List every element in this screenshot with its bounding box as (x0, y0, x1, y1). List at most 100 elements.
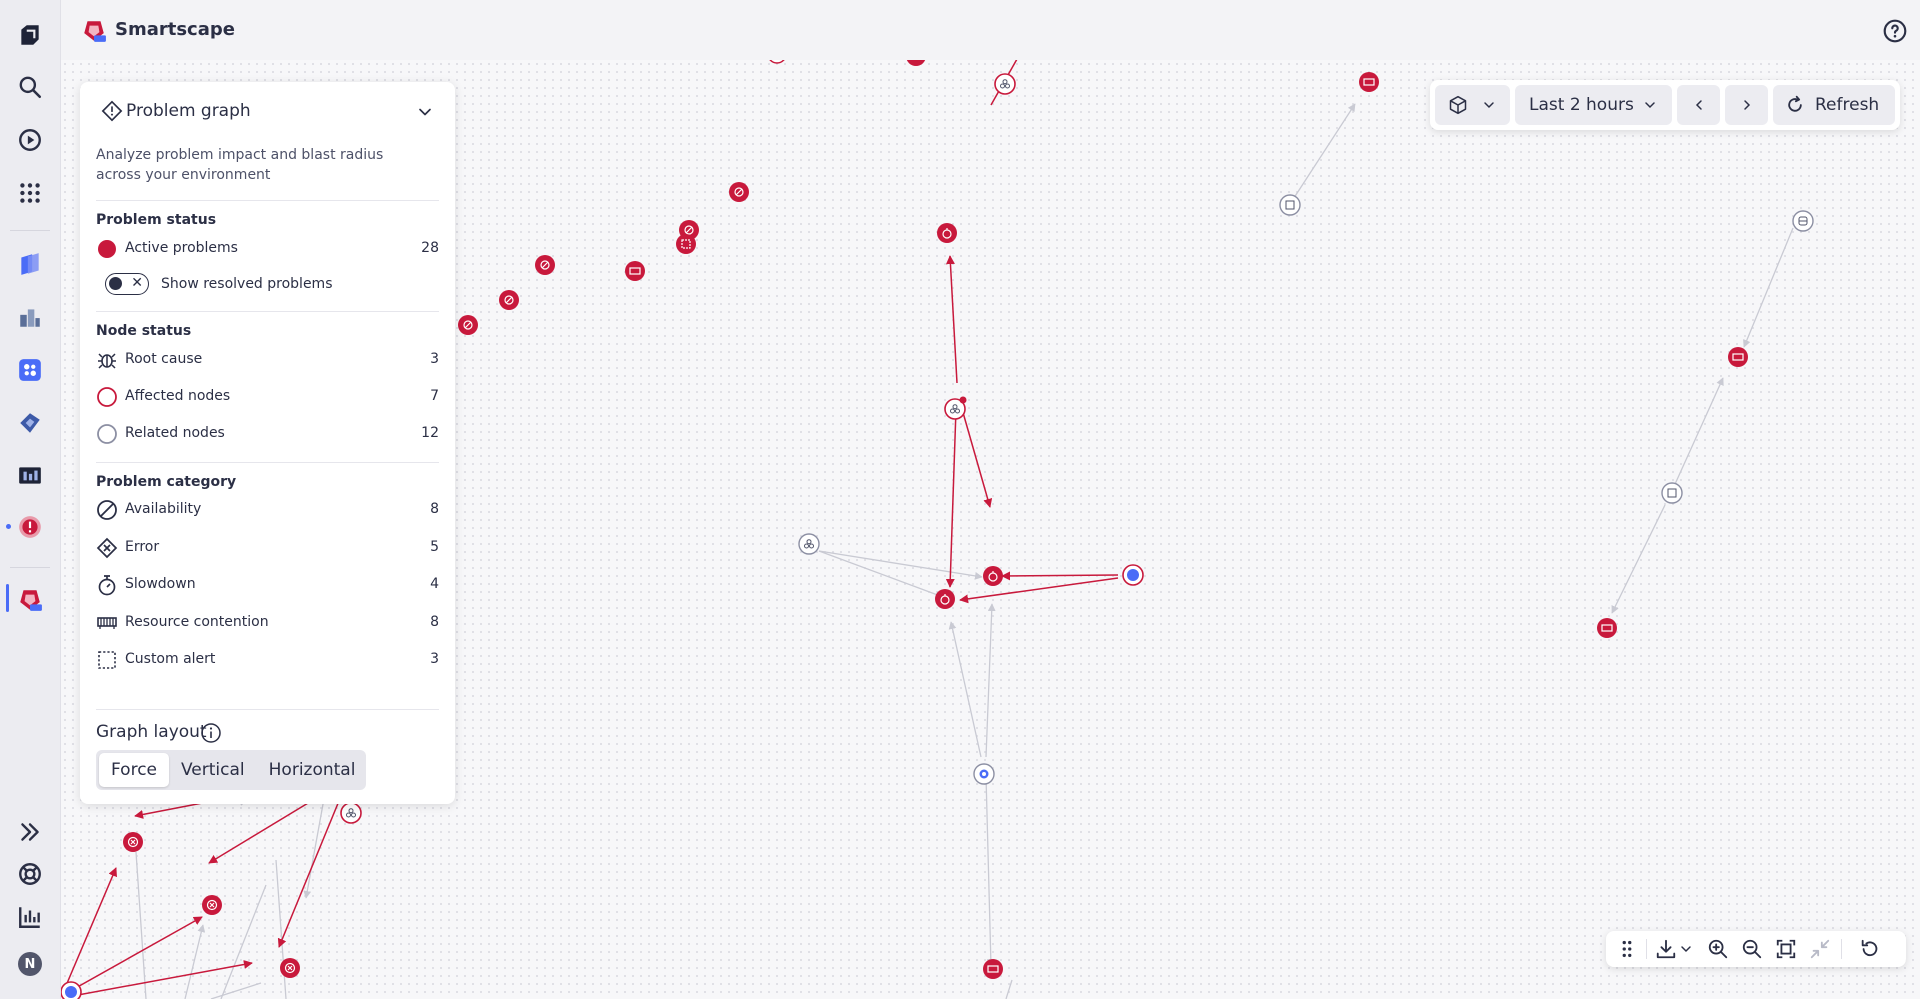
problem-status-heading: Problem status (96, 212, 217, 228)
show-resolved-toggle[interactable]: ✕ (105, 273, 149, 295)
problems-app-icon[interactable] (14, 511, 46, 543)
bug-icon (98, 353, 116, 369)
services-app-icon[interactable] (14, 407, 46, 439)
graph-layout-title: Graph layout (96, 722, 207, 742)
help-icon[interactable] (1882, 18, 1908, 44)
custom-alert-node[interactable] (676, 234, 696, 254)
availability-count: 8 (430, 501, 439, 517)
related-host-node[interactable] (1279, 194, 1301, 216)
show-resolved-row[interactable]: ✕ Show resolved problems (96, 272, 439, 298)
related-process-node[interactable] (973, 763, 995, 785)
problem-graph-panel: Problem graph Analyze problem impact and… (80, 82, 455, 804)
availability-node[interactable] (499, 290, 519, 310)
problem-diamond-icon (101, 100, 123, 122)
dashboards-app-icon[interactable] (14, 301, 46, 333)
related-service-node[interactable] (798, 533, 820, 555)
resource-node[interactable] (625, 261, 645, 281)
resource-contention-row: Resource contention 8 (96, 610, 439, 636)
error-node[interactable] (280, 958, 300, 978)
resource-node[interactable] (1728, 347, 1748, 367)
zoom-out-icon[interactable] (1741, 938, 1763, 960)
related-host-node[interactable] (1661, 482, 1683, 504)
resource-contention-label: Resource contention (125, 614, 269, 630)
layout-option-vertical[interactable]: Vertical (169, 753, 257, 787)
slowdown-node[interactable] (935, 589, 955, 609)
expand-rail-icon[interactable] (14, 816, 46, 848)
error-count: 5 (430, 539, 439, 555)
root-cause-node[interactable] (1122, 564, 1144, 586)
ring-gray-icon (97, 424, 117, 444)
collapse-panel-chevron-icon[interactable] (415, 102, 435, 122)
availability-label: Availability (125, 501, 202, 517)
root-cause-count: 3 (430, 351, 439, 367)
timeframe-selector[interactable]: Last 2 hours (1515, 85, 1672, 125)
avatar-initial: N (18, 952, 42, 976)
root-cause-node[interactable] (61, 981, 82, 999)
cube-icon (1449, 95, 1467, 115)
layout-option-horizontal[interactable]: Horizontal (257, 753, 368, 787)
resource-node[interactable] (1597, 618, 1617, 638)
active-problem-dot-icon (98, 240, 116, 258)
slowdown-node[interactable] (983, 566, 1003, 586)
partial-node[interactable] (906, 60, 926, 66)
download-options-chevron-icon[interactable] (1678, 938, 1694, 960)
search-icon[interactable] (14, 71, 46, 103)
previous-timeframe-button[interactable] (1677, 85, 1720, 125)
user-avatar[interactable]: N (14, 948, 46, 980)
chevron-down-icon (1645, 102, 1655, 109)
resource-node[interactable] (1359, 72, 1379, 92)
custom-alert-label: Custom alert (125, 651, 216, 667)
affected-service-node[interactable] (944, 396, 967, 420)
play-circle-icon[interactable] (14, 124, 46, 156)
refresh-label: Refresh (1815, 95, 1880, 115)
graph-toolbar: Last 2 hours Refresh (1430, 80, 1900, 130)
entity-filter-button[interactable] (1435, 85, 1510, 125)
collapse-icon[interactable] (1809, 938, 1831, 960)
error-node[interactable] (123, 832, 143, 852)
affected-service-node[interactable] (994, 73, 1016, 95)
info-icon[interactable] (200, 722, 222, 744)
availability-node[interactable] (535, 255, 555, 275)
dynatrace-logo-icon[interactable] (14, 19, 46, 51)
reset-view-icon[interactable] (1859, 938, 1881, 960)
related-nodes-count: 12 (421, 425, 439, 441)
affected-nodes-row: Affected nodes 7 (96, 384, 439, 410)
affected-nodes-label: Affected nodes (125, 388, 231, 404)
usage-chart-icon[interactable] (14, 901, 46, 933)
infrastructure-app-icon[interactable] (14, 248, 46, 280)
next-timeframe-button[interactable] (1725, 85, 1768, 125)
show-resolved-label: Show resolved problems (161, 276, 333, 292)
fit-to-screen-icon[interactable] (1775, 938, 1797, 960)
chevron-right-icon (1743, 100, 1750, 110)
graph-layout-segmented-control: Force Vertical Horizontal (96, 750, 366, 790)
left-nav-rail: N (0, 0, 61, 999)
monitoring-app-icon[interactable] (14, 460, 46, 492)
app-title: Smartscape (115, 19, 235, 40)
active-problems-count: 28 (421, 240, 439, 256)
layout-option-force[interactable]: Force (99, 753, 169, 787)
toggle-off-icon: ✕ (131, 275, 143, 291)
error-row: Error 5 (96, 535, 439, 561)
resource-node[interactable] (983, 959, 1003, 979)
affected-service-node[interactable] (340, 802, 362, 824)
problem-category-heading: Problem category (96, 474, 237, 490)
support-lifebuoy-icon[interactable] (14, 858, 46, 890)
slowdown-label: Slowdown (125, 576, 196, 592)
refresh-icon (1788, 95, 1802, 112)
download-icon[interactable] (1655, 938, 1677, 960)
error-icon (96, 537, 118, 559)
error-node[interactable] (202, 895, 222, 915)
refresh-button[interactable]: Refresh (1773, 85, 1895, 125)
availability-node[interactable] (729, 182, 749, 202)
availability-node[interactable] (458, 315, 478, 335)
drag-handle-icon[interactable] (1616, 938, 1638, 960)
partial-node[interactable] (768, 60, 786, 64)
related-database-node[interactable] (1792, 210, 1814, 232)
custom-alert-row: Custom alert 3 (96, 647, 439, 673)
slowdown-node[interactable] (937, 223, 957, 243)
zoom-in-icon[interactable] (1707, 938, 1729, 960)
workflows-app-icon[interactable] (14, 354, 46, 386)
smartscape-app-icon[interactable] (14, 584, 46, 616)
custom-alert-icon (98, 651, 116, 669)
apps-grid-icon[interactable] (14, 177, 46, 209)
